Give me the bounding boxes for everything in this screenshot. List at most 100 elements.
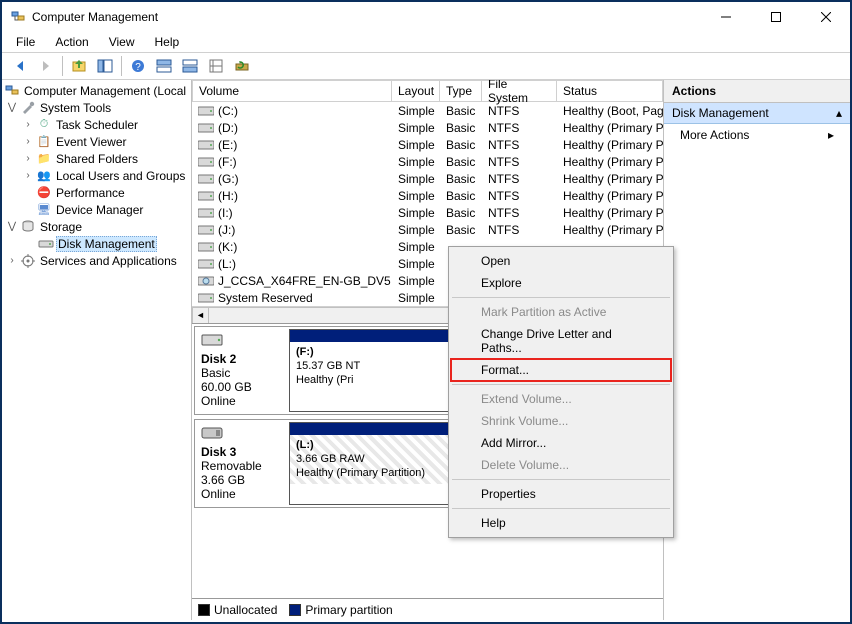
partition-body: (F:) 15.37 GB NT Healthy (Pri: [290, 342, 472, 391]
partition-label: (F:): [296, 346, 314, 358]
context-item[interactable]: Properties: [451, 483, 671, 505]
context-separator: [452, 384, 670, 385]
tree-item-label: Event Viewer: [54, 135, 128, 149]
volume-type: Basic: [440, 189, 482, 203]
drive-icon: [198, 122, 214, 134]
back-button[interactable]: [8, 54, 32, 78]
refresh-button[interactable]: [230, 54, 254, 78]
volume-row[interactable]: (C:) Simple Basic NTFS Healthy (Boot, Pa…: [192, 102, 663, 119]
volume-type: Basic: [440, 104, 482, 118]
volume-fs: NTFS: [482, 104, 557, 118]
chevron-right-icon[interactable]: ›: [22, 153, 34, 164]
drive-icon: [198, 105, 214, 117]
tree-pane: Computer Management (Local ⋁ System Tool…: [2, 80, 192, 620]
context-item[interactable]: Explore: [451, 272, 671, 294]
minimize-button[interactable]: [704, 3, 748, 31]
tree-system-tools[interactable]: ⋁ System Tools: [2, 99, 191, 116]
tree-item-label: Task Scheduler: [54, 118, 140, 132]
chevron-right-icon[interactable]: ›: [6, 255, 18, 266]
context-item[interactable]: Change Drive Letter and Paths...: [451, 323, 671, 359]
tree-item[interactable]: › 📁 Shared Folders: [2, 150, 191, 167]
tree-storage[interactable]: ⋁ Storage: [2, 218, 191, 235]
col-type[interactable]: Type: [440, 80, 482, 102]
disk-state: Online: [201, 487, 236, 501]
volume-name: J_CCSA_X64FRE_EN-GB_DV5 (Z:): [218, 274, 392, 288]
tree-item-label: Shared Folders: [54, 152, 140, 166]
tree-item[interactable]: ⛔ Performance: [2, 184, 191, 201]
tree-item-icon: 🖥: [36, 202, 52, 218]
tree-item-icon: ⛔: [36, 185, 52, 201]
disk-kind: Basic: [201, 366, 230, 380]
view-top-button[interactable]: [152, 54, 176, 78]
tree-item[interactable]: 🖥 Device Manager: [2, 201, 191, 218]
disk-icon: [201, 426, 221, 442]
tree-item[interactable]: › 👥 Local Users and Groups: [2, 167, 191, 184]
menubar: File Action View Help: [2, 32, 850, 52]
context-item[interactable]: Add Mirror...: [451, 432, 671, 454]
volume-layout: Simple: [392, 240, 440, 254]
tree-services-apps[interactable]: › Services and Applications: [2, 252, 191, 269]
volume-row[interactable]: (E:) Simple Basic NTFS Healthy (Primary …: [192, 136, 663, 153]
context-item[interactable]: Format...: [451, 359, 671, 381]
volume-list-header: Volume Layout Type File System Status: [192, 80, 663, 102]
volume-layout: Simple: [392, 104, 440, 118]
col-status[interactable]: Status: [557, 80, 663, 102]
close-button[interactable]: [804, 3, 848, 31]
volume-name: (K:): [218, 240, 237, 254]
chevron-down-icon[interactable]: ⋁: [6, 102, 18, 113]
context-item[interactable]: Help: [451, 512, 671, 534]
tree-root[interactable]: Computer Management (Local: [2, 82, 191, 99]
window-title: Computer Management: [32, 10, 698, 24]
volume-layout: Simple: [392, 257, 440, 271]
actions-header: Actions: [664, 80, 850, 103]
volume-row[interactable]: (D:) Simple Basic NTFS Healthy (Primary …: [192, 119, 663, 136]
volume-row[interactable]: (G:) Simple Basic NTFS Healthy (Primary …: [192, 170, 663, 187]
tree-item-icon: ⏱: [36, 117, 52, 133]
volume-name: (G:): [218, 172, 239, 186]
forward-button[interactable]: [34, 54, 58, 78]
volume-row[interactable]: (H:) Simple Basic NTFS Healthy (Primary …: [192, 187, 663, 204]
drive-icon: [198, 207, 214, 219]
col-filesystem[interactable]: File System: [482, 80, 557, 102]
volume-name: (I:): [218, 206, 233, 220]
legend: Unallocated Primary partition: [192, 598, 663, 620]
disk-icon: [201, 333, 221, 349]
scroll-left-icon[interactable]: ◄: [192, 307, 209, 324]
tree-item[interactable]: › ⏱ Task Scheduler: [2, 116, 191, 133]
menu-view[interactable]: View: [101, 34, 143, 50]
settings-button[interactable]: [204, 54, 228, 78]
col-volume[interactable]: Volume: [192, 80, 392, 102]
context-item[interactable]: Open: [451, 250, 671, 272]
menu-file[interactable]: File: [8, 34, 43, 50]
menu-action[interactable]: Action: [47, 34, 96, 50]
chevron-right-icon[interactable]: ›: [22, 170, 34, 181]
volume-layout: Simple: [392, 291, 440, 305]
actions-section-diskmgmt[interactable]: Disk Management ▴: [664, 103, 850, 124]
tree-disk-management[interactable]: Disk Management: [2, 235, 191, 252]
chevron-down-icon[interactable]: ⋁: [6, 221, 18, 232]
maximize-button[interactable]: [754, 3, 798, 31]
up-button[interactable]: [67, 54, 91, 78]
help-button[interactable]: ?: [126, 54, 150, 78]
chevron-right-icon[interactable]: ›: [22, 119, 34, 130]
volume-row[interactable]: (F:) Simple Basic NTFS Healthy (Primary …: [192, 153, 663, 170]
chevron-right-icon[interactable]: ›: [22, 136, 34, 147]
show-hide-tree-button[interactable]: [93, 54, 117, 78]
drive-icon: [198, 156, 214, 168]
volume-fs: NTFS: [482, 138, 557, 152]
partition[interactable]: (F:) 15.37 GB NT Healthy (Pri: [289, 329, 473, 412]
partition-size: 3.66 GB RAW: [296, 453, 365, 465]
tree-item[interactable]: › 📋 Event Viewer: [2, 133, 191, 150]
context-separator: [452, 479, 670, 480]
volume-status: Healthy (Primary P: [557, 138, 663, 152]
volume-row[interactable]: (I:) Simple Basic NTFS Healthy (Primary …: [192, 204, 663, 221]
context-menu[interactable]: OpenExploreMark Partition as ActiveChang…: [448, 246, 674, 538]
view-bottom-button[interactable]: [178, 54, 202, 78]
volume-name: (C:): [218, 104, 238, 118]
col-layout[interactable]: Layout: [392, 80, 440, 102]
menu-help[interactable]: Help: [147, 34, 188, 50]
context-item: Shrink Volume...: [451, 410, 671, 432]
volume-row[interactable]: (J:) Simple Basic NTFS Healthy (Primary …: [192, 221, 663, 238]
actions-more[interactable]: More Actions ▸: [664, 124, 850, 146]
disk-size: 3.66 GB: [201, 473, 245, 487]
